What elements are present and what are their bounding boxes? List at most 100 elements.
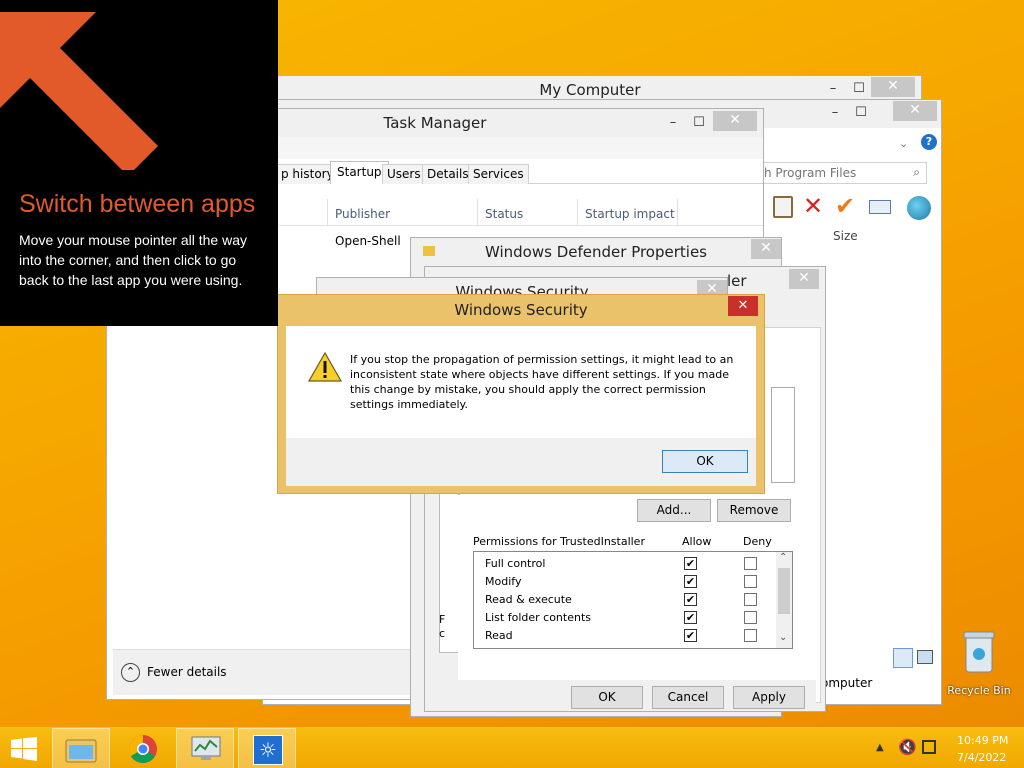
- security-dialog-ok-button[interactable]: OK: [662, 450, 748, 473]
- remove-button[interactable]: Remove: [717, 499, 791, 522]
- scroll-thumb[interactable]: [778, 568, 790, 614]
- recycle-bin-icon: [963, 631, 995, 673]
- deny-checkbox[interactable]: [744, 557, 757, 570]
- clock-time[interactable]: 10:49 PM: [957, 734, 1008, 747]
- tab-startup[interactable]: Startup: [330, 161, 389, 184]
- left-fragment-2: c: [439, 627, 446, 640]
- tip-panel: Switch between apps Move your mouse poin…: [0, 0, 278, 326]
- start-button[interactable]: [0, 728, 46, 768]
- search-box[interactable]: ⌕: [759, 162, 927, 184]
- allow-checkbox[interactable]: ✔: [684, 557, 697, 570]
- folder-icon: [423, 246, 435, 256]
- taskbar-task-manager[interactable]: [176, 728, 234, 768]
- tab-details[interactable]: Details: [422, 164, 474, 184]
- my-computer-minimize-button[interactable]: –: [821, 80, 845, 100]
- defender-titlebar: Windows Defender Properties: [411, 238, 781, 266]
- my-computer-close-button[interactable]: ✕: [871, 77, 915, 97]
- security-dialog-title: Windows Security: [454, 301, 588, 319]
- allow-checkbox[interactable]: ✔: [684, 629, 697, 642]
- cancel-button[interactable]: Cancel: [652, 686, 724, 709]
- folder-icon: [65, 739, 97, 763]
- scroll-down-icon[interactable]: ⌄: [779, 632, 787, 643]
- permission-row: List folder contents ✔: [474, 609, 774, 627]
- delete-icon[interactable]: ✕: [803, 192, 823, 220]
- column-startup-impact[interactable]: Startup impact: [585, 207, 675, 221]
- column-status[interactable]: Status: [485, 207, 523, 221]
- my-computer-maximize-button[interactable]: ☐: [847, 80, 871, 100]
- help-icon[interactable]: ?: [921, 134, 937, 150]
- permission-row: Modify ✔: [474, 573, 774, 591]
- explorer-minimize-button[interactable]: –: [823, 104, 847, 124]
- row-publisher-cell[interactable]: Open-Shell: [335, 234, 401, 248]
- allow-checkbox[interactable]: ✔: [684, 611, 697, 624]
- task-manager-close-button[interactable]: ✕: [713, 111, 757, 131]
- permission-name: Read: [485, 629, 513, 642]
- column-divider: [477, 199, 478, 225]
- security-dialog-close-button[interactable]: ✕: [728, 296, 758, 316]
- task-manager-minimize-button[interactable]: –: [661, 114, 685, 134]
- left-fragment-1: F: [439, 613, 446, 626]
- advanced-footer: OK Cancel Apply: [446, 680, 816, 710]
- apply-button[interactable]: Apply: [733, 686, 805, 709]
- gear-sun-icon: ☼: [253, 735, 283, 765]
- clock-date[interactable]: 7/4/2022: [957, 751, 1006, 764]
- tab-users[interactable]: Users: [382, 164, 426, 184]
- windows-logo-icon: [11, 737, 37, 761]
- permissions-list: ⌃ ⌄ Full control ✔ Modify ✔ Read & execu…: [473, 551, 793, 649]
- fewer-details-link[interactable]: Fewer details: [147, 665, 227, 679]
- security-dialog: Windows Security ✕ If you stop the propa…: [277, 294, 765, 494]
- explorer-close-button[interactable]: ✕: [893, 101, 937, 121]
- globe-icon[interactable]: [907, 196, 931, 220]
- warning-icon: [308, 352, 342, 382]
- explorer-maximize-button[interactable]: ☐: [849, 104, 873, 124]
- tab-app-history[interactable]: p history: [277, 164, 338, 184]
- permission-name: Full control: [485, 557, 546, 570]
- deny-checkbox[interactable]: [744, 593, 757, 606]
- column-publisher[interactable]: Publisher: [335, 207, 390, 221]
- column-divider: [577, 199, 578, 225]
- deny-checkbox[interactable]: [744, 629, 757, 642]
- details-view-icon[interactable]: [893, 648, 913, 668]
- my-computer-title: My Computer: [539, 81, 641, 99]
- upper-listbox: [771, 387, 795, 483]
- network-icon[interactable]: [922, 740, 936, 754]
- taskbar-file-explorer[interactable]: [52, 728, 110, 768]
- checkmark-icon[interactable]: ✔: [835, 192, 855, 220]
- security-dialog-titlebar: Windows Security: [278, 295, 764, 325]
- allow-checkbox[interactable]: ✔: [684, 593, 697, 606]
- ok-button[interactable]: OK: [571, 686, 643, 709]
- permission-name: List folder contents: [485, 611, 591, 624]
- search-icon: ⌕: [913, 165, 920, 179]
- chevron-down-icon[interactable]: ⌄: [899, 137, 908, 150]
- show-hidden-icons-icon[interactable]: ▲: [876, 742, 884, 753]
- permission-row: Read ✔: [474, 627, 774, 645]
- recycle-bin-label: Recycle Bin: [947, 684, 1011, 697]
- permissions-panel: Add... Remove Permissions for TrustedIns…: [458, 495, 800, 685]
- clipboard-icon[interactable]: [773, 196, 793, 218]
- advanced-security-close-button[interactable]: ✕: [789, 269, 819, 289]
- permission-row: Full control ✔: [474, 555, 774, 573]
- search-input[interactable]: [760, 163, 900, 183]
- tip-heading: Switch between apps: [19, 190, 256, 218]
- defender-title: Windows Defender Properties: [484, 243, 707, 261]
- tab-services[interactable]: Services: [468, 164, 529, 184]
- taskbar-chrome[interactable]: [114, 728, 172, 768]
- rename-icon[interactable]: [869, 200, 891, 214]
- taskbar: ☼ ▲ 🔇 10:49 PM 7/4/2022: [0, 727, 1024, 768]
- deny-checkbox[interactable]: [744, 575, 757, 588]
- add-button[interactable]: Add...: [637, 499, 711, 522]
- large-icons-view-icon[interactable]: [917, 650, 933, 664]
- scroll-up-icon[interactable]: ⌃: [779, 552, 787, 563]
- task-manager-maximize-button[interactable]: ☐: [687, 114, 711, 134]
- speaker-muted-icon[interactable]: 🔇: [898, 738, 917, 756]
- defender-close-button[interactable]: ✕: [751, 239, 781, 259]
- taskbar-settings-app[interactable]: ☼: [238, 728, 296, 768]
- permissions-scrollbar[interactable]: ⌃ ⌄: [776, 552, 792, 648]
- deny-checkbox[interactable]: [744, 611, 757, 624]
- chevron-up-icon[interactable]: ⌃: [121, 663, 140, 682]
- recycle-bin[interactable]: Recycle Bin: [944, 630, 1014, 700]
- column-size-header[interactable]: Size: [833, 229, 858, 243]
- allow-checkbox[interactable]: ✔: [684, 575, 697, 588]
- permission-name: Read & execute: [485, 593, 572, 606]
- allow-header: Allow: [682, 535, 712, 548]
